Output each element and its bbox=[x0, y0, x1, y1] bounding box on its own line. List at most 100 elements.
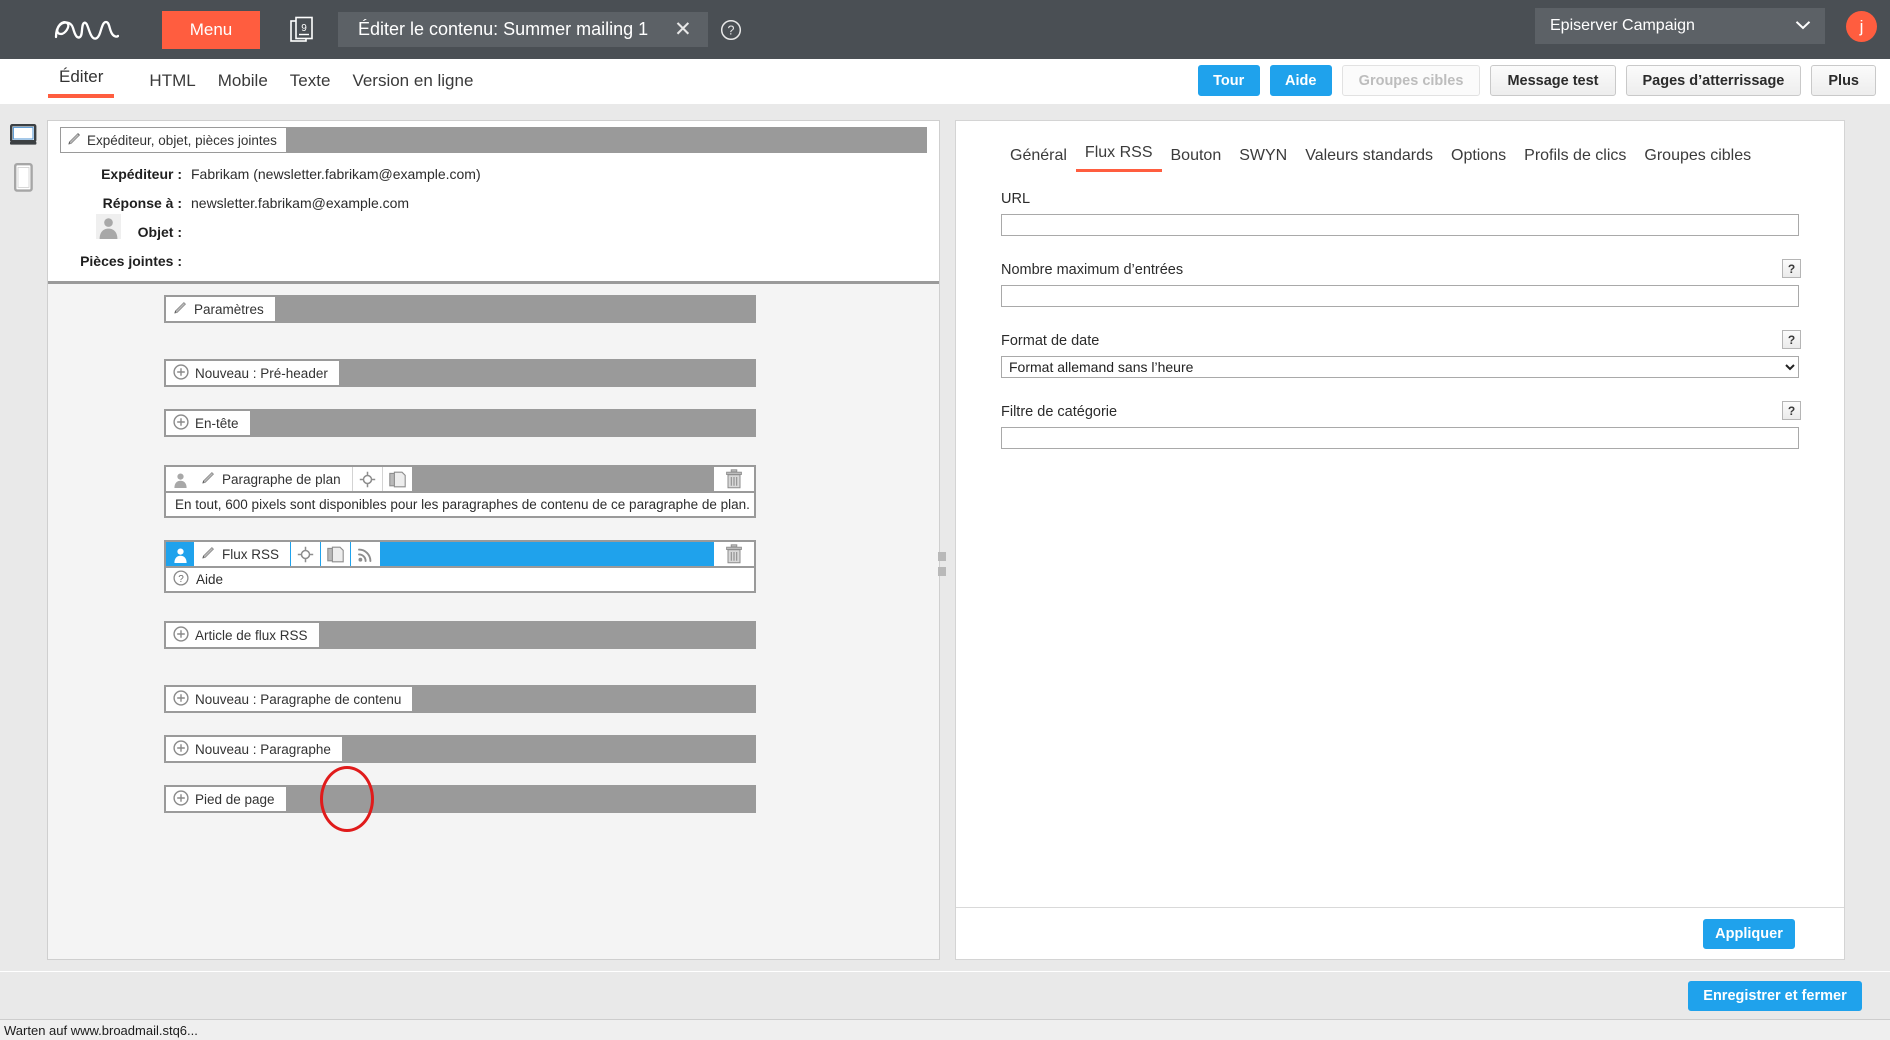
document-tab[interactable]: Éditer le contenu: Summer mailing 1 ✕ bbox=[338, 12, 708, 47]
block-new-preheader-tab[interactable]: Nouveau : Pré-header bbox=[166, 361, 339, 385]
url-input[interactable] bbox=[1001, 214, 1799, 236]
aide-button[interactable]: Aide bbox=[1269, 65, 1332, 96]
field-expediteur: Expéditeur : Fabrikam (newsletter.fabrik… bbox=[48, 166, 939, 182]
block-pied-de-page-tab[interactable]: Pied de page bbox=[166, 787, 286, 811]
block-parametres-label: Paramètres bbox=[194, 301, 264, 317]
user-silhouette-icon[interactable] bbox=[166, 542, 194, 566]
question-circle-icon[interactable]: ? bbox=[720, 19, 742, 41]
field-pieces-jointes-label: Pièces jointes : bbox=[80, 253, 182, 269]
tab-version-en-ligne[interactable]: Version en ligne bbox=[341, 71, 484, 98]
episerver-logo-icon bbox=[38, 0, 134, 59]
block-new-paragraphe-contenu-tab[interactable]: Nouveau : Paragraphe de contenu bbox=[166, 687, 413, 711]
panel-splitter-handle[interactable] bbox=[938, 552, 950, 576]
tab-flux-rss[interactable]: Flux RSS bbox=[1075, 144, 1162, 172]
chevron-down-icon bbox=[1795, 17, 1811, 35]
tab-profils-de-clics[interactable]: Profils de clics bbox=[1515, 147, 1635, 172]
properties-tabs: Général Flux RSS Bouton SWYN Valeurs sta… bbox=[1001, 144, 1760, 172]
help-icon-max-entries[interactable]: ? bbox=[1782, 259, 1801, 278]
tab-editer[interactable]: Éditer bbox=[48, 67, 115, 98]
tab-texte[interactable]: Texte bbox=[279, 71, 342, 98]
block-new-paragraphe-bar[interactable]: Nouveau : Paragraphe bbox=[164, 735, 756, 763]
appliquer-button[interactable]: Appliquer bbox=[1703, 918, 1795, 949]
toolbar-buttons: Tour Aide Groupes cibles Message test Pa… bbox=[1197, 65, 1876, 96]
field-max-entries-label: Nombre maximum d’entrées bbox=[1001, 262, 1184, 278]
tour-button[interactable]: Tour bbox=[1197, 65, 1260, 96]
block-new-preheader: Nouveau : Pré-header bbox=[48, 359, 939, 387]
help-icon-date-format[interactable]: ? bbox=[1782, 330, 1801, 349]
block-pied-de-page-filler bbox=[285, 787, 754, 811]
avatar[interactable]: j bbox=[1846, 11, 1877, 42]
svg-text:?: ? bbox=[727, 23, 734, 37]
block-new-paragraphe-contenu: Nouveau : Paragraphe de contenu bbox=[48, 685, 939, 713]
field-category-filter-group: Filtre de catégorie ? bbox=[1001, 401, 1801, 449]
documents-stack-icon[interactable]: 9 bbox=[286, 13, 320, 47]
plus-circle-icon bbox=[173, 789, 189, 809]
properties-footer: Appliquer bbox=[956, 907, 1844, 959]
enregistrer-et-fermer-button[interactable]: Enregistrer et fermer bbox=[1688, 981, 1862, 1011]
move-crosshair-icon[interactable] bbox=[351, 467, 382, 491]
category-filter-input[interactable] bbox=[1001, 427, 1799, 449]
user-silhouette-icon bbox=[96, 214, 121, 239]
plus-circle-icon bbox=[173, 625, 189, 645]
tab-general[interactable]: Général bbox=[1001, 147, 1076, 172]
tab-mobile[interactable]: Mobile bbox=[207, 71, 279, 98]
groupes-cibles-button[interactable]: Groupes cibles bbox=[1341, 65, 1481, 96]
rss-feed-icon[interactable] bbox=[350, 542, 381, 566]
block-paragraphe-de-plan: Paragraphe de plan En tout, 600 pixels s… bbox=[48, 465, 939, 518]
block-new-paragraphe-tab[interactable]: Nouveau : Paragraphe bbox=[166, 737, 342, 761]
pencil-edit-icon bbox=[173, 300, 188, 318]
tab-html[interactable]: HTML bbox=[138, 71, 206, 98]
block-parametres-filler bbox=[274, 297, 754, 321]
plus-circle-icon bbox=[173, 413, 189, 433]
resize-handle-icon bbox=[938, 567, 946, 576]
trash-can-icon[interactable] bbox=[714, 467, 754, 491]
block-parametres-bar[interactable]: Paramètres bbox=[164, 295, 756, 323]
copy-pages-icon[interactable] bbox=[381, 467, 412, 491]
desktop-monitor-icon[interactable] bbox=[10, 124, 37, 152]
message-test-button[interactable]: Message test bbox=[1490, 65, 1616, 96]
trash-can-icon[interactable] bbox=[714, 542, 754, 566]
block-paragraphe-de-plan-bar[interactable]: Paragraphe de plan bbox=[164, 465, 756, 493]
plus-circle-icon bbox=[173, 689, 189, 709]
user-silhouette-icon[interactable] bbox=[166, 467, 194, 491]
sender-header-tab[interactable]: Expéditeur, objet, pièces jointes bbox=[61, 128, 286, 152]
date-format-select[interactable]: Format allemand sans l’heure bbox=[1001, 356, 1799, 378]
sender-header-bar[interactable]: Expéditeur, objet, pièces jointes bbox=[60, 127, 927, 153]
mobile-phone-icon[interactable] bbox=[14, 163, 33, 197]
close-icon[interactable]: ✕ bbox=[674, 19, 692, 40]
block-flux-rss-tab[interactable]: Flux RSS bbox=[194, 542, 291, 566]
status-bar: Warten auf www.broadmail.stq6... bbox=[0, 1019, 1890, 1040]
tab-options[interactable]: Options bbox=[1442, 147, 1515, 172]
tab-valeurs-standards[interactable]: Valeurs standards bbox=[1296, 147, 1442, 172]
pages-atterrissage-button[interactable]: Pages d’atterrissage bbox=[1625, 65, 1802, 96]
block-new-preheader-bar[interactable]: Nouveau : Pré-header bbox=[164, 359, 756, 387]
block-pied-de-page-bar[interactable]: Pied de page bbox=[164, 785, 756, 813]
question-circle-icon[interactable]: ? bbox=[173, 570, 189, 589]
copy-pages-icon[interactable] bbox=[320, 542, 351, 566]
menu-button[interactable]: Menu bbox=[162, 10, 260, 49]
plus-button[interactable]: Plus bbox=[1811, 65, 1876, 96]
block-new-paragraphe-contenu-bar[interactable]: Nouveau : Paragraphe de contenu bbox=[164, 685, 756, 713]
block-parametres-tab[interactable]: Paramètres bbox=[166, 297, 275, 321]
block-article-flux-rss-tab[interactable]: Article de flux RSS bbox=[166, 623, 319, 647]
tab-swyn[interactable]: SWYN bbox=[1230, 147, 1296, 172]
block-flux-rss: Flux RSS ? Aide bbox=[48, 540, 939, 593]
block-article-flux-rss-bar[interactable]: Article de flux RSS bbox=[164, 621, 756, 649]
environment-selector-label: Episerver Campaign bbox=[1550, 17, 1695, 34]
max-entries-input[interactable] bbox=[1001, 285, 1799, 307]
tab-groupes-cibles[interactable]: Groupes cibles bbox=[1635, 147, 1760, 172]
move-crosshair-icon[interactable] bbox=[290, 542, 321, 566]
field-date-format-group: Format de date ? Format allemand sans l’… bbox=[1001, 330, 1801, 378]
block-new-preheader-filler bbox=[338, 361, 754, 385]
sender-header-filler bbox=[285, 128, 926, 152]
block-entete-bar[interactable]: En-tête bbox=[164, 409, 756, 437]
field-url-label: URL bbox=[1001, 191, 1031, 207]
environment-selector[interactable]: Episerver Campaign bbox=[1535, 8, 1825, 44]
help-icon-category-filter[interactable]: ? bbox=[1782, 401, 1801, 420]
block-paragraphe-de-plan-label: Paragraphe de plan bbox=[222, 471, 341, 487]
block-article-flux-rss: Article de flux RSS bbox=[48, 621, 939, 649]
block-flux-rss-bar[interactable]: Flux RSS bbox=[164, 540, 756, 568]
tab-bouton[interactable]: Bouton bbox=[1162, 147, 1231, 172]
block-entete-tab[interactable]: En-tête bbox=[166, 411, 250, 435]
block-paragraphe-de-plan-tab[interactable]: Paragraphe de plan bbox=[194, 467, 352, 491]
